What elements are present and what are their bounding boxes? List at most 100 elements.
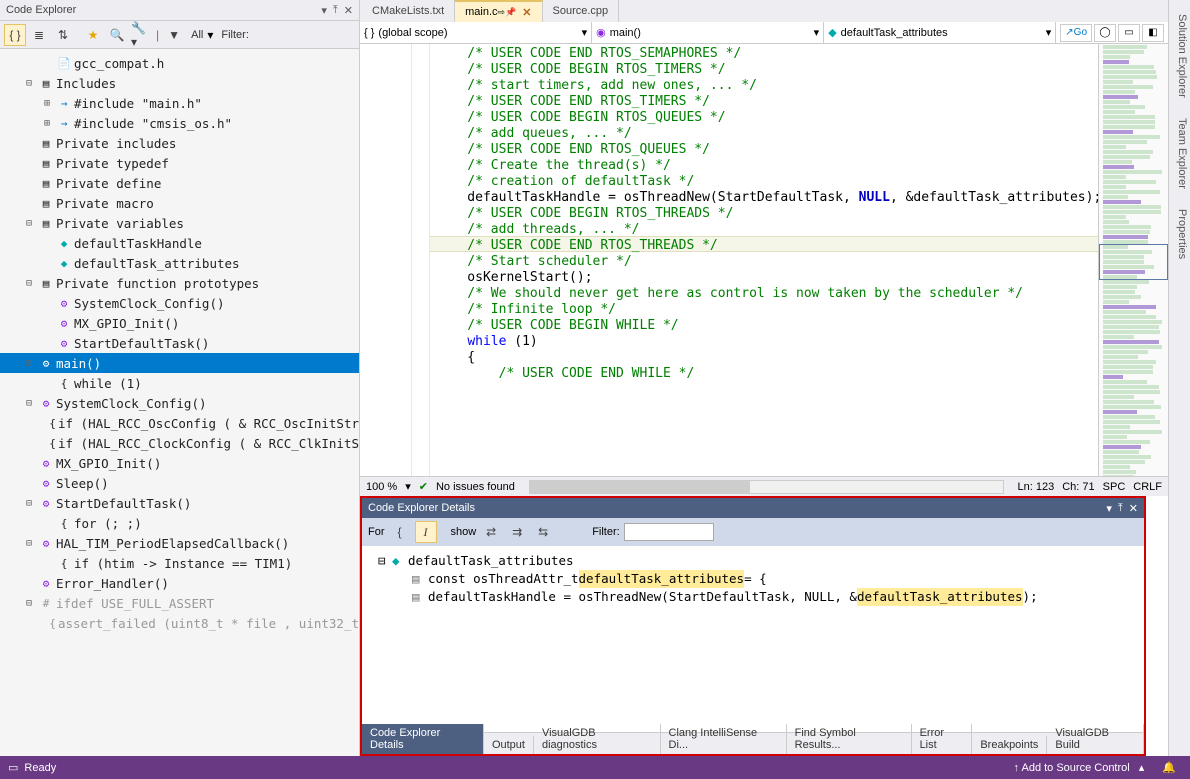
- document-tabs: CMakeLists.txtmain.c ⇨📌✕Source.cpp: [360, 0, 1168, 22]
- horizontal-scrollbar[interactable]: [529, 480, 1004, 494]
- tree-row[interactable]: ⚙Error_Handler(): [0, 573, 359, 593]
- minimap[interactable]: [1098, 44, 1168, 476]
- scope-func[interactable]: ◉main()▾: [592, 22, 824, 43]
- bottom-tab[interactable]: Error List: [912, 724, 973, 754]
- status-ready: Ready: [24, 762, 56, 774]
- show-label: show: [451, 526, 477, 538]
- eol-mode: CRLF: [1133, 481, 1162, 493]
- tree-row[interactable]: ⊟▤Includes: [0, 73, 359, 93]
- doc-tab[interactable]: main.c ⇨📌✕: [455, 0, 542, 22]
- tree-row[interactable]: ⊟⚙StartDefaultTask(): [0, 493, 359, 513]
- filter-all[interactable]: All: [191, 29, 203, 41]
- tree-row[interactable]: ⊟▤Private variables: [0, 213, 359, 233]
- code-tree[interactable]: 📄gcc_compat.h⊟▤Includes⊞→#include "main.…: [0, 49, 359, 756]
- side-tab-solution[interactable]: Solution Explorer: [1169, 8, 1190, 104]
- tree-row[interactable]: 📄gcc_compat.h: [0, 53, 359, 73]
- doc-tab[interactable]: Source.cpp: [543, 0, 620, 22]
- brace-btn[interactable]: {: [389, 521, 411, 543]
- bell-icon[interactable]: 🔔: [1162, 761, 1176, 774]
- editor-status-bar: 100 %▾ ✔No issues found Ln: 123 Ch: 71 S…: [360, 476, 1168, 496]
- cursor-btn[interactable]: I: [415, 521, 437, 543]
- filter-funnel-icon[interactable]: ▼: [163, 24, 185, 46]
- details-title: Code Explorer Details: [368, 502, 475, 514]
- star-btn[interactable]: ★: [82, 24, 104, 46]
- btn-b[interactable]: ⇉: [506, 521, 528, 543]
- bottom-tab[interactable]: Breakpoints: [972, 736, 1047, 754]
- tree-row[interactable]: ⊞→#include "cmsis_os.h": [0, 113, 359, 133]
- details-filter-input[interactable]: [624, 523, 714, 541]
- tree-row[interactable]: ⊟#ifdef USE_FULL_ASSERT: [0, 593, 359, 613]
- close-icon[interactable]: ✕: [1129, 502, 1138, 515]
- for-label: For: [368, 526, 385, 538]
- tree-row[interactable]: ⊞→#include "main.h": [0, 93, 359, 113]
- pin-icon[interactable]: ⤒: [1118, 502, 1123, 515]
- filter-label: Filter:: [221, 29, 249, 41]
- panel-header: Code Explorer ▾ ⤒ ✕: [0, 0, 359, 21]
- pin-icon[interactable]: ⤒: [333, 4, 338, 17]
- outline-column: [412, 44, 430, 476]
- tree-row[interactable]: {while (1): [0, 373, 359, 393]
- scope-sym[interactable]: ◆defaultTask_attributes▾: [824, 22, 1056, 43]
- tree-row[interactable]: ⚙MX_GPIO_Init(): [0, 453, 359, 473]
- details-row[interactable]: ▤ const osThreadAttr_t defaultTask_attri…: [370, 570, 1144, 588]
- tree-row[interactable]: ⚙MX_GPIO_Init(): [0, 313, 359, 333]
- tree-row[interactable]: ⊟⚙SystemClock_Config(): [0, 393, 359, 413]
- tree-row[interactable]: {if (HAL_RCC_OscConfig ( & RCC_OscInitSt…: [0, 413, 359, 433]
- tree-row[interactable]: ⚙StartDefaultTask(): [0, 333, 359, 353]
- details-row[interactable]: ▤ defaultTaskHandle = osThreadNew(StartD…: [370, 588, 1144, 606]
- editor-gutter: [360, 44, 412, 476]
- tree-row[interactable]: {if (HAL_RCC_ClockConfig ( & RCC_ClkInit…: [0, 433, 359, 453]
- bottom-tab[interactable]: VisualGDB Build: [1047, 724, 1144, 754]
- bottom-tab[interactable]: Output: [484, 736, 534, 754]
- tree-row[interactable]: ⊟▤Private function prototypes: [0, 273, 359, 293]
- tree-row[interactable]: ⚙Sleep(): [0, 473, 359, 493]
- spacing-mode: SPC: [1103, 481, 1126, 493]
- tree-row[interactable]: ▤Private macro: [0, 193, 359, 213]
- close-icon[interactable]: ✕: [344, 4, 353, 17]
- bottom-tab[interactable]: VisualGDB diagnostics: [534, 724, 661, 754]
- code-editor[interactable]: /* USER CODE END RTOS_SEMAPHORES */ /* U…: [430, 44, 1098, 476]
- search-btn[interactable]: 🔍: [106, 24, 128, 46]
- wrench-btn[interactable]: 🔧▾: [130, 24, 152, 46]
- bp-filter-label: Filter:: [592, 526, 620, 538]
- bottom-tab[interactable]: Clang IntelliSense Di...: [661, 724, 787, 754]
- source-control-btn[interactable]: ↑ Add to Source Control ▴: [1014, 761, 1145, 774]
- brace-btn[interactable]: { }: [4, 24, 26, 46]
- tree-row[interactable]: {for (; ;): [0, 513, 359, 533]
- dropdown-icon[interactable]: ▾: [1106, 502, 1112, 515]
- panel-title: Code Explorer: [6, 4, 76, 16]
- nav-btn-2[interactable]: ▭: [1118, 24, 1140, 42]
- btn-c[interactable]: ⇆: [532, 521, 554, 543]
- tree-row[interactable]: ◆defaultTask_attributes: [0, 253, 359, 273]
- details-tree[interactable]: ⊟◆ defaultTask_attributes▤ const osThrea…: [362, 546, 1144, 732]
- tree-row[interactable]: {assert_failed (uint8_t * file , uint32_…: [0, 613, 359, 633]
- tree-row[interactable]: ▤Private typedef: [0, 153, 359, 173]
- scope-bar: { }(global scope)▾ ◉main()▾ ◆defaultTask…: [360, 22, 1168, 44]
- outline-btn[interactable]: ≣: [28, 24, 50, 46]
- tree-row[interactable]: ⊟⚙main(): [0, 353, 359, 373]
- side-tab-team[interactable]: Team Explorer: [1169, 112, 1190, 195]
- issues-text: No issues found: [436, 481, 515, 493]
- zoom-level[interactable]: 100 %: [366, 481, 397, 493]
- line-indicator: Ln: 123: [1018, 481, 1055, 493]
- tree-row[interactable]: {if (htim -> Instance == TIM1): [0, 553, 359, 573]
- tree-row[interactable]: ▤Private includes: [0, 133, 359, 153]
- code-explorer-details-panel: Code Explorer Details ▾ ⤒ ✕ For { I show ⇄…: [360, 496, 1146, 756]
- btn-a[interactable]: ⇄: [480, 521, 502, 543]
- doc-tab[interactable]: CMakeLists.txt: [362, 0, 455, 22]
- details-row[interactable]: ⊟◆ defaultTask_attributes: [370, 552, 1144, 570]
- code-explorer-panel: Code Explorer ▾ ⤒ ✕ { } ≣ ⇅ ★ 🔍 🔧▾ | ▼ A…: [0, 0, 360, 756]
- bottom-tab[interactable]: Code Explorer Details: [362, 724, 484, 754]
- tree-row[interactable]: ▤Private define: [0, 173, 359, 193]
- side-tab-properties[interactable]: Properties: [1169, 203, 1190, 265]
- scope-global[interactable]: { }(global scope)▾: [360, 22, 592, 43]
- tree-row[interactable]: ⊟⚙HAL_TIM_PeriodElapsedCallback(): [0, 533, 359, 553]
- nav-btn-3[interactable]: ◧: [1142, 24, 1164, 42]
- sort-btn[interactable]: ⇅: [52, 24, 74, 46]
- nav-btn-1[interactable]: ◯: [1094, 24, 1116, 42]
- tree-row[interactable]: ◆defaultTaskHandle: [0, 233, 359, 253]
- go-button[interactable]: ↗ Go: [1060, 24, 1092, 42]
- bottom-tab[interactable]: Find Symbol Results...: [787, 724, 912, 754]
- tree-row[interactable]: ⚙SystemClock_Config(): [0, 293, 359, 313]
- dropdown-icon[interactable]: ▾: [321, 4, 327, 17]
